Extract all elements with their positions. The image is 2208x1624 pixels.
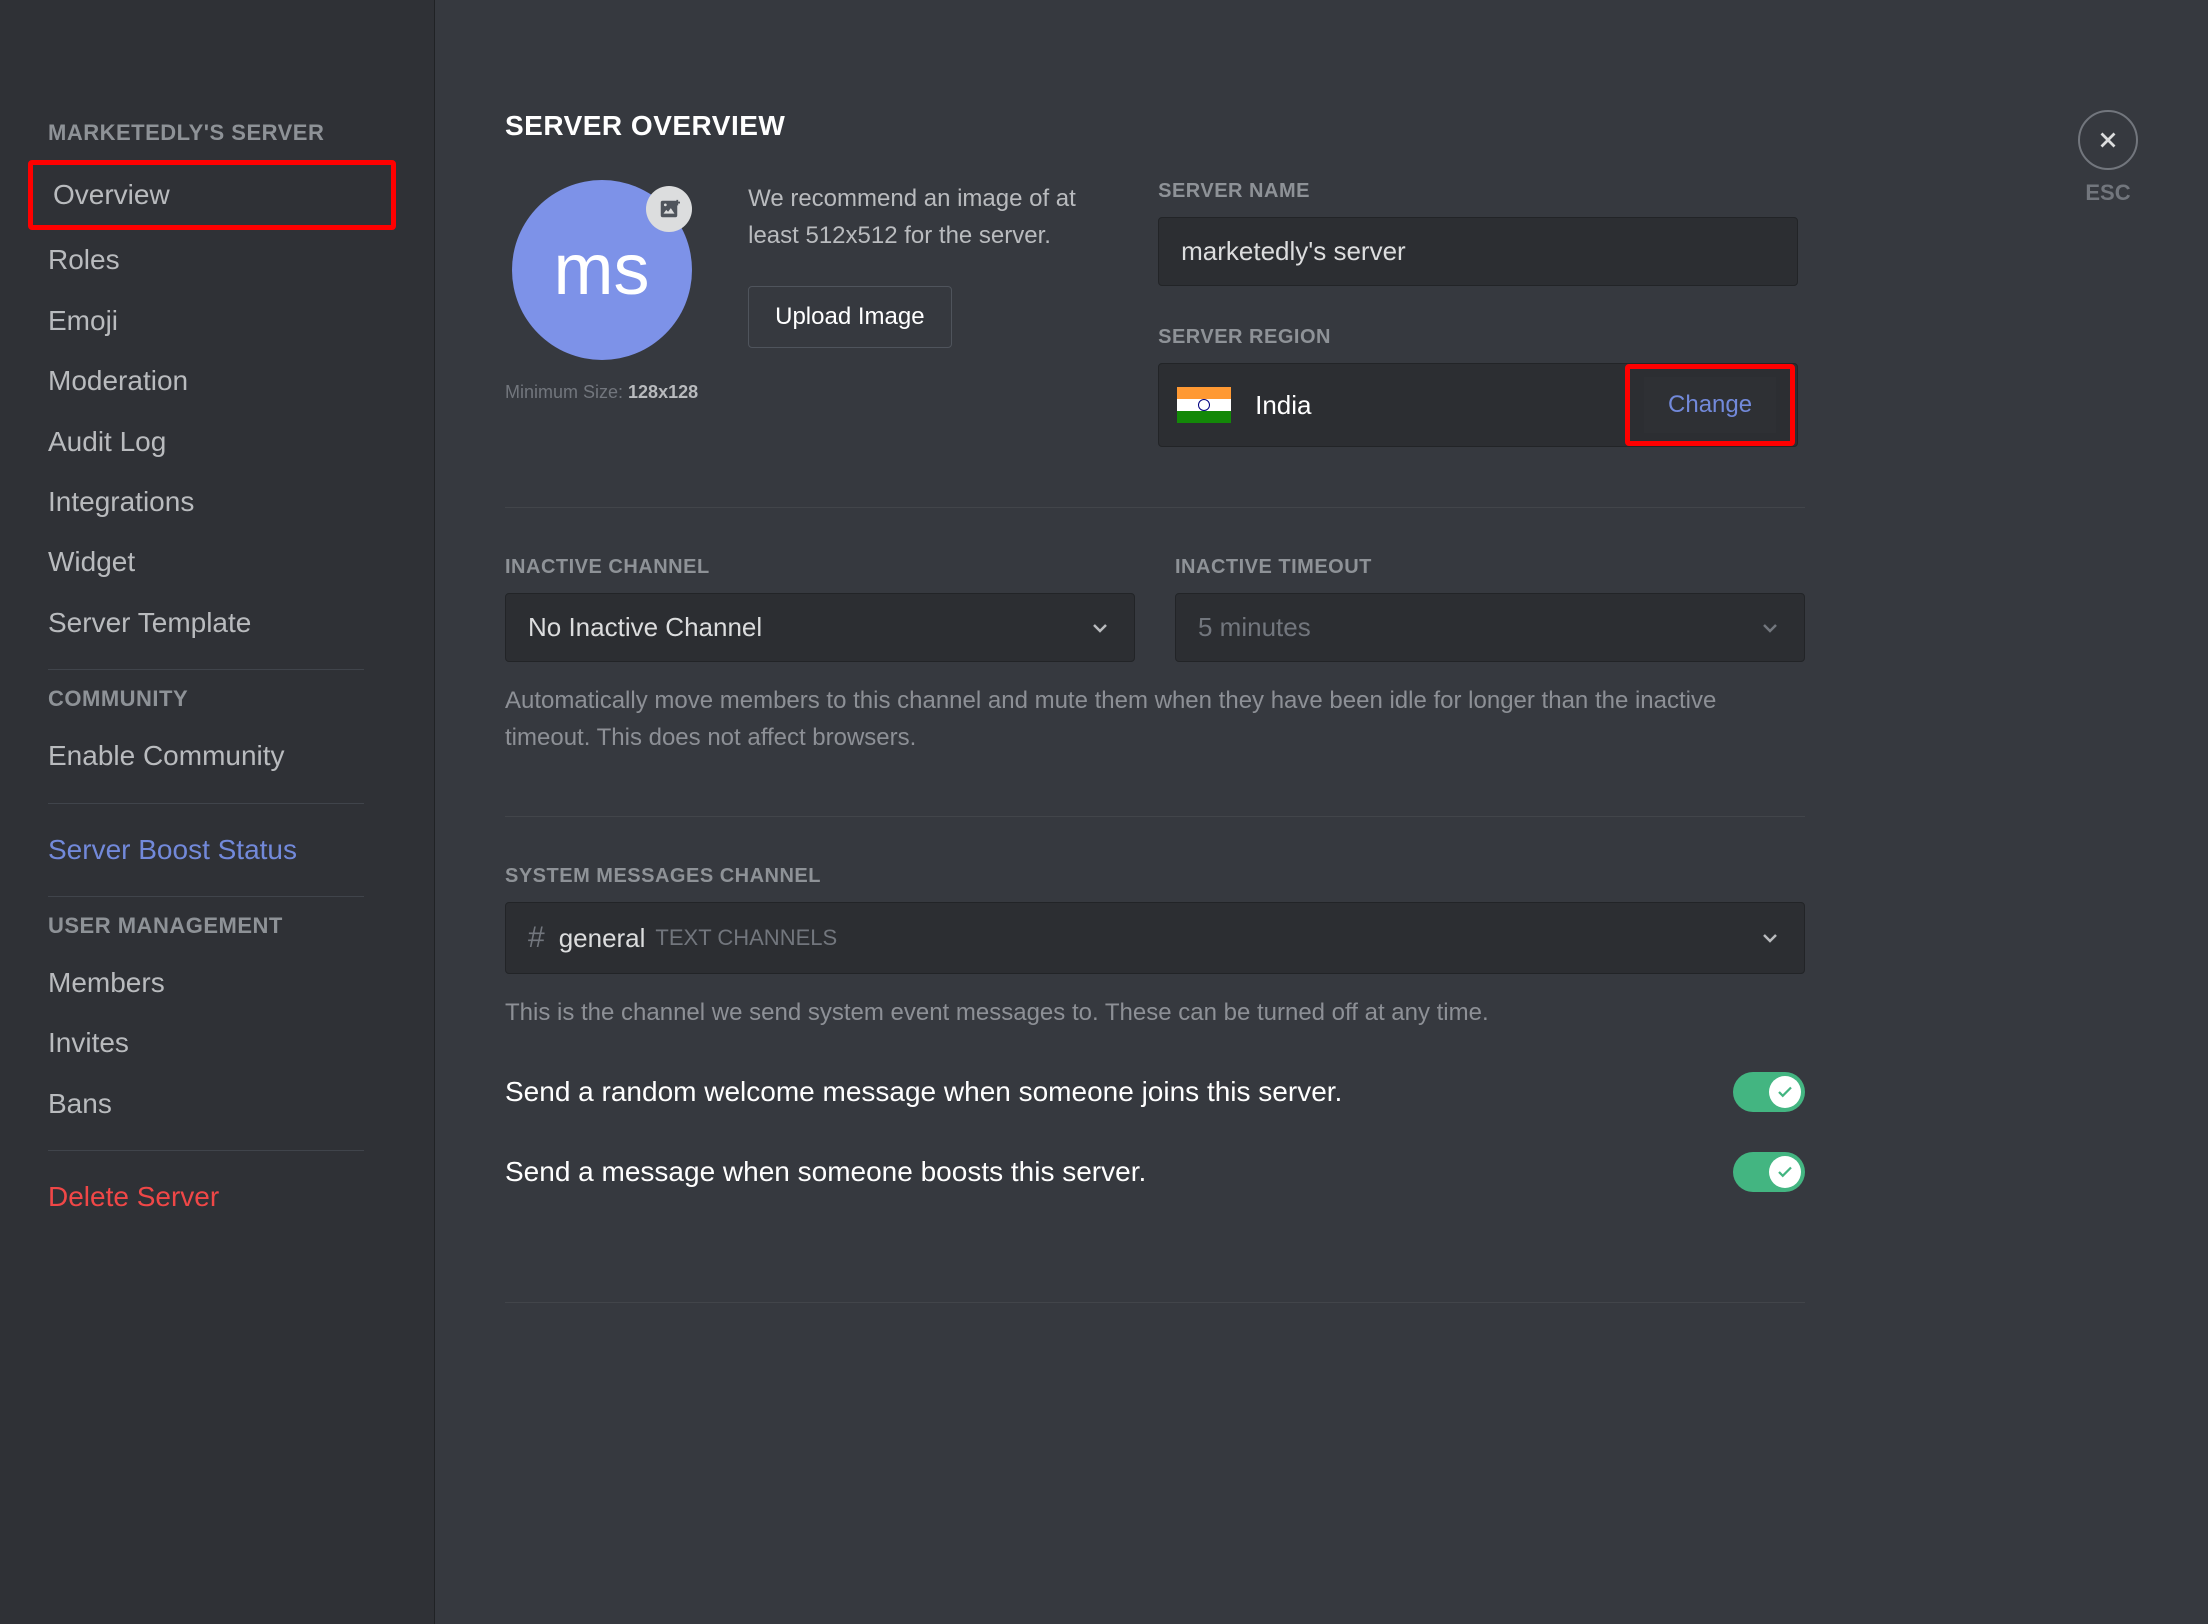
- divider: [505, 1302, 1805, 1303]
- page-title: SERVER OVERVIEW: [505, 110, 1805, 142]
- server-icon-initials: ms: [554, 229, 650, 311]
- divider: [48, 669, 364, 670]
- sidebar-item-widget[interactable]: Widget: [48, 532, 424, 592]
- divider: [505, 507, 1805, 508]
- server-region-label: SERVER REGION: [1158, 326, 1798, 349]
- sidebar-category-server: MARKETEDLY'S SERVER: [48, 120, 424, 146]
- sidebar-item-emoji[interactable]: Emoji: [48, 291, 424, 351]
- system-messages-label: SYSTEM MESSAGES CHANNEL: [505, 865, 1805, 888]
- india-flag-icon: [1177, 387, 1231, 423]
- inactive-channel-select[interactable]: No Inactive Channel: [505, 593, 1135, 662]
- system-messages-description: This is the channel we send system event…: [505, 994, 1805, 1031]
- change-region-button[interactable]: Change: [1644, 377, 1776, 433]
- chevron-down-icon: [1758, 926, 1782, 950]
- divider: [48, 803, 364, 804]
- sidebar-item-audit-log[interactable]: Audit Log: [48, 412, 424, 472]
- server-region-box: India Change: [1158, 363, 1798, 447]
- close-label: ESC: [2085, 180, 2130, 206]
- sidebar-category-user-mgmt: USER MANAGEMENT: [48, 913, 424, 939]
- close-button[interactable]: [2078, 110, 2138, 170]
- sidebar-item-bans[interactable]: Bans: [48, 1074, 424, 1134]
- server-name-input[interactable]: [1158, 217, 1798, 286]
- sidebar-item-server-template[interactable]: Server Template: [48, 593, 424, 653]
- toggle-welcome-label: Send a random welcome message when someo…: [505, 1076, 1342, 1108]
- server-icon[interactable]: ms: [512, 180, 692, 360]
- upload-icon-badge[interactable]: [646, 186, 692, 232]
- hash-icon: #: [528, 921, 545, 955]
- sidebar-item-members[interactable]: Members: [48, 953, 424, 1013]
- image-upload-icon: [658, 198, 680, 220]
- sidebar-item-integrations[interactable]: Integrations: [48, 472, 424, 532]
- close-icon: [2095, 127, 2121, 153]
- inactive-timeout-value: 5 minutes: [1198, 612, 1311, 643]
- system-channel-category: TEXT CHANNELS: [655, 925, 837, 951]
- chevron-down-icon: [1088, 616, 1112, 640]
- chevron-down-icon: [1758, 616, 1782, 640]
- sidebar-item-moderation[interactable]: Moderation: [48, 351, 424, 411]
- inactive-timeout-label: INACTIVE TIMEOUT: [1175, 556, 1805, 579]
- toggle-boost-messages[interactable]: [1733, 1152, 1805, 1192]
- sidebar-item-enable-community[interactable]: Enable Community: [48, 726, 424, 786]
- inactive-channel-value: No Inactive Channel: [528, 612, 762, 643]
- settings-main: ESC SERVER OVERVIEW ms Minimum Size: 128…: [435, 0, 2208, 1624]
- sidebar-category-community: COMMUNITY: [48, 686, 424, 712]
- sidebar-item-invites[interactable]: Invites: [48, 1013, 424, 1073]
- check-icon: [1776, 1083, 1794, 1101]
- recommend-text: We recommend an image of at least 512x51…: [748, 180, 1108, 254]
- min-size-hint: Minimum Size: 128x128: [505, 382, 698, 403]
- sidebar-item-roles[interactable]: Roles: [48, 230, 424, 290]
- server-name-label: SERVER NAME: [1158, 180, 1798, 203]
- toggle-welcome-messages[interactable]: [1733, 1072, 1805, 1112]
- system-messages-channel-select[interactable]: # general TEXT CHANNELS: [505, 902, 1805, 974]
- divider: [48, 1150, 364, 1151]
- sidebar-item-boost-status[interactable]: Server Boost Status: [48, 820, 424, 880]
- settings-sidebar: MARKETEDLY'S SERVER Overview Roles Emoji…: [0, 0, 435, 1624]
- divider: [505, 816, 1805, 817]
- upload-image-button[interactable]: Upload Image: [748, 286, 951, 348]
- inactive-description: Automatically move members to this chann…: [505, 682, 1805, 756]
- system-channel-value: general: [559, 923, 646, 954]
- sidebar-item-delete-server[interactable]: Delete Server: [48, 1167, 424, 1227]
- divider: [48, 896, 364, 897]
- sidebar-item-overview[interactable]: Overview: [28, 160, 396, 230]
- inactive-channel-label: INACTIVE CHANNEL: [505, 556, 1135, 579]
- region-name: India: [1255, 390, 1625, 421]
- inactive-timeout-select[interactable]: 5 minutes: [1175, 593, 1805, 662]
- check-icon: [1776, 1163, 1794, 1181]
- toggle-boost-label: Send a message when someone boosts this …: [505, 1156, 1146, 1188]
